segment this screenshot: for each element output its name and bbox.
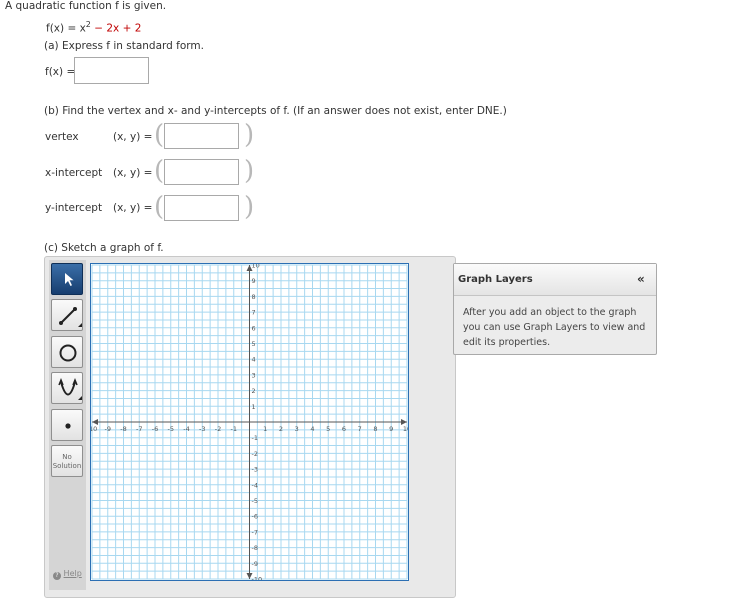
part-b-prompt: (b) Find the vertex and x- and y-interce…	[44, 105, 507, 117]
question-intro: A quadratic function f is given.	[5, 0, 167, 12]
help-label: Help	[63, 569, 82, 578]
y-tick-label: 2	[252, 387, 256, 395]
function-definition: f(x) = x2 − 2x + 2	[46, 20, 141, 35]
x-tick-label: -5	[168, 425, 174, 433]
graph-layers-panel: Graph Layers « After you add an object t…	[453, 263, 657, 355]
x-tick-label: -2	[215, 425, 221, 433]
y-tick-label: -2	[252, 450, 258, 458]
x-tick-label: -7	[136, 425, 142, 433]
part-a-prompt: (a) Express f in standard form.	[44, 40, 204, 52]
x-tick-label: -1	[231, 425, 237, 433]
line-tool[interactable]	[51, 299, 83, 331]
help-link[interactable]: ? Help	[53, 569, 82, 580]
x-tick-label: 5	[326, 425, 330, 433]
vertex-close-paren: )	[244, 120, 255, 150]
no-solution-tool[interactable]: No Solution	[51, 445, 83, 477]
x-tick-label: 4	[310, 425, 314, 433]
y-tick-label: -1	[252, 434, 258, 442]
no-solution-label-line2: Solution	[52, 462, 82, 470]
x-intercept-label: x-intercept	[45, 167, 103, 179]
x-tick-label: 3	[295, 425, 299, 433]
function-exponent: 2	[85, 20, 91, 29]
x-tick-label: -9	[105, 425, 111, 433]
y-tick-label: -6	[252, 513, 258, 521]
x-tick-label: -10	[90, 425, 97, 433]
y-tick-label: -3	[252, 466, 258, 474]
collapse-layers-button[interactable]: «	[637, 272, 645, 286]
no-solution-label-line1: No	[62, 453, 72, 461]
y-tick-label: 6	[252, 324, 256, 332]
y-tick-label: -5	[252, 497, 258, 505]
x-tick-label: 6	[342, 425, 346, 433]
coordinate-graph[interactable]: -10-9-8-7-6-5-4-3-2-11234567891010987654…	[90, 263, 409, 581]
x-tick-label: 8	[373, 425, 377, 433]
graph-layers-description: After you add an object to the graph you…	[463, 307, 646, 348]
y-tick-label: 8	[252, 293, 256, 301]
circle-icon	[59, 344, 77, 362]
point-icon	[65, 423, 71, 429]
x-intercept-pair-label: (x, y) =	[113, 167, 153, 179]
graph-layers-header: Graph Layers «	[454, 264, 656, 296]
y-intercept-label: y-intercept	[45, 202, 103, 214]
y-tick-label: -8	[252, 544, 258, 552]
x-intercept-close-paren: )	[244, 156, 255, 186]
y-tick-label: -9	[252, 560, 258, 568]
standard-form-input[interactable]	[74, 57, 149, 84]
circle-tool[interactable]	[51, 336, 83, 368]
x-tick-label: 1	[263, 425, 267, 433]
x-tick-label: -4	[183, 425, 189, 433]
y-intercept-open-paren: (	[154, 192, 165, 222]
y-tick-label: 1	[252, 403, 256, 411]
x-intercept-input[interactable]	[164, 159, 239, 185]
y-intercept-input[interactable]	[164, 195, 239, 221]
part-a-answer-label: f(x) =	[45, 66, 76, 78]
graph-layers-title: Graph Layers	[458, 274, 533, 285]
parabola-tool[interactable]	[51, 372, 83, 404]
x-tick-label: 7	[358, 425, 362, 433]
y-tick-label: -4	[252, 481, 258, 489]
x-tick-label: -8	[120, 425, 126, 433]
part-c-prompt: (c) Sketch a graph of f.	[44, 242, 164, 254]
pointer-tool[interactable]	[51, 263, 83, 295]
x-tick-label: -3	[199, 425, 205, 433]
arrow-cursor-icon	[65, 273, 74, 286]
y-intercept-pair-label: (x, y) =	[113, 202, 153, 214]
vertex-pair-label: (x, y) =	[113, 131, 153, 143]
y-intercept-close-paren: )	[244, 192, 255, 222]
vertex-open-paren: (	[154, 120, 165, 150]
point-tool[interactable]	[51, 409, 83, 441]
vertex-label: vertex	[45, 131, 79, 143]
x-intercept-open-paren: (	[154, 156, 165, 186]
function-lhs: f(x) = x	[46, 22, 86, 35]
y-tick-label: 5	[252, 340, 256, 348]
y-tick-label: 7	[252, 309, 256, 317]
function-rhs: − 2x + 2	[94, 22, 142, 35]
x-tick-label: 9	[389, 425, 393, 433]
x-tick-label: 2	[279, 425, 283, 433]
y-tick-label: 9	[252, 277, 256, 285]
line-segment-icon	[59, 307, 82, 327]
y-tick-label: 4	[252, 356, 256, 364]
vertex-input[interactable]	[164, 123, 239, 149]
x-tick-label: -6	[152, 425, 158, 433]
y-tick-label: -7	[252, 528, 258, 536]
y-tick-label: 3	[252, 371, 256, 379]
help-icon: ?	[53, 572, 61, 580]
parabola-icon	[58, 377, 82, 400]
